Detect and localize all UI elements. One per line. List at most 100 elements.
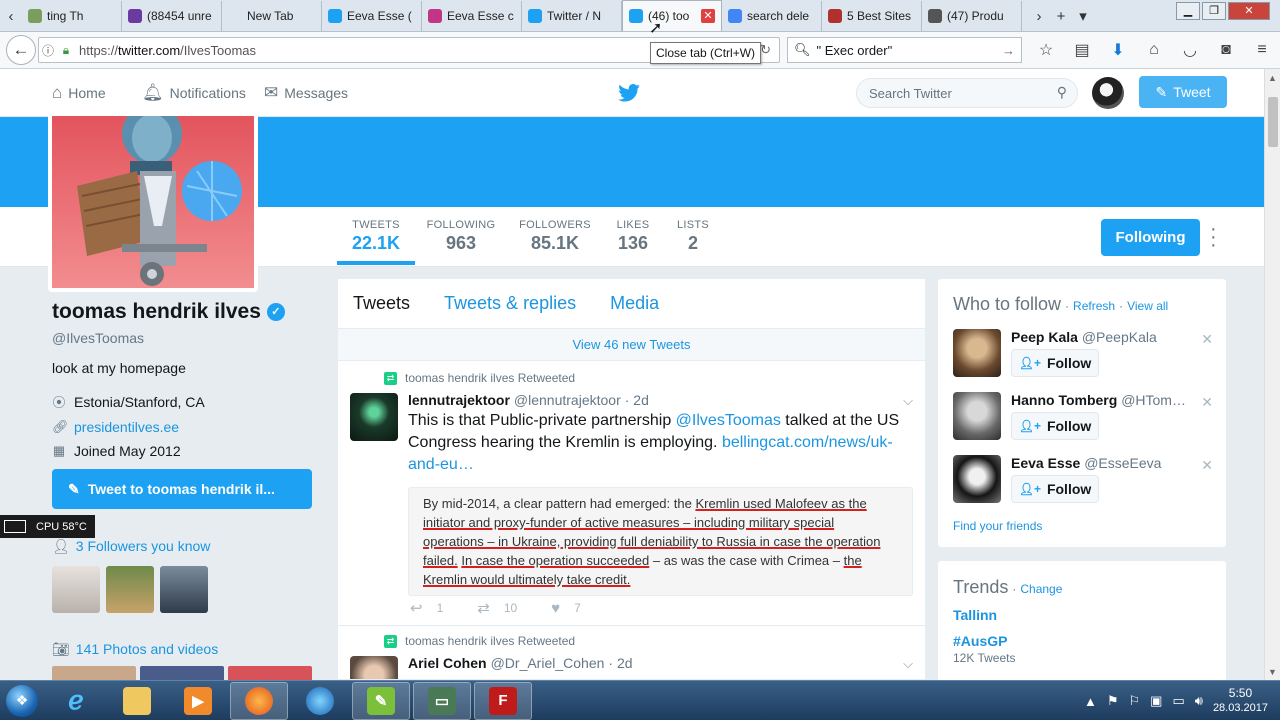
network-icon[interactable]: ⚑ [1107, 693, 1119, 709]
tweet-item[interactable]: ⇄ toomas hendrik ilves Retweeted Ariel C… [338, 626, 925, 679]
profile-picture[interactable] [48, 112, 258, 292]
reply-action[interactable]: ↩ 1 [410, 599, 443, 617]
trend-item[interactable]: #AusGP [953, 633, 1007, 649]
browser-tab[interactable]: ting Th [22, 1, 122, 31]
reload-icon[interactable]: ↻ [760, 42, 771, 58]
profile-name[interactable]: toomas hendrik ilves ✓ [52, 300, 314, 324]
browser-tab[interactable]: Eeva Esse ( [322, 1, 422, 31]
follow-button[interactable]: 👤︎+ Follow [1011, 349, 1099, 377]
suggestion-avatar[interactable] [953, 329, 1001, 377]
nav-notifications[interactable]: 🔔︎ Notifications [142, 83, 246, 103]
sync-icon[interactable]: ◙ [1210, 37, 1242, 63]
tweet-item[interactable]: ⇄ toomas hendrik ilves Retweeted lennutr… [338, 361, 925, 626]
back-button[interactable]: ← [6, 35, 36, 65]
maximize-button[interactable]: ❐ [1202, 2, 1226, 20]
bookmark-star-icon[interactable]: ☆ [1030, 37, 1062, 63]
system-clock[interactable]: 5:50 28.03.2017 [1213, 686, 1268, 716]
stat-likes[interactable]: LIKES 136 [608, 219, 658, 254]
close-tab-icon[interactable]: ✕ [701, 9, 715, 23]
taskbar-internet-explorer[interactable]: ℯ [47, 682, 105, 720]
chevron-down-icon[interactable]: ⌵ [903, 656, 913, 672]
taskbar-notepad[interactable]: ✎ [352, 681, 410, 720]
tab-scroll-right-button[interactable]: › [1028, 1, 1050, 31]
home-icon[interactable]: ⌂ [1138, 37, 1170, 63]
suggestion-name[interactable]: Peep Kala @PeepKala [1011, 329, 1191, 345]
device-icon[interactable]: ▣ [1150, 693, 1162, 709]
nav-home[interactable]: ⌂ Home [52, 83, 106, 103]
download-icon[interactable]: ⬇ [1102, 37, 1134, 63]
close-window-button[interactable]: ✕ [1228, 2, 1270, 20]
dismiss-icon[interactable]: ✕ [1201, 394, 1213, 411]
new-tab-button[interactable]: + [1050, 1, 1072, 31]
view-all-link[interactable]: View all [1127, 299, 1168, 313]
suggestion-avatar[interactable] [953, 455, 1001, 503]
stat-lists[interactable]: LISTS 2 [668, 219, 718, 254]
suggestion-name[interactable]: Hanno Tomberg @HTom… [1011, 392, 1191, 408]
follower-avatar[interactable] [52, 566, 100, 613]
find-friends-link[interactable]: Find your friends [953, 519, 1042, 533]
search-go-icon[interactable]: → [1002, 43, 1015, 58]
taskbar-file-explorer[interactable] [108, 682, 166, 720]
twitter-search-input[interactable]: Search Twitter ⚲ [856, 78, 1078, 108]
taskbar-media-player[interactable]: ▶ [169, 682, 227, 720]
tweet-author-name[interactable]: lennutrajektoor [408, 392, 510, 408]
browser-tab[interactable]: (46) too ✕ [622, 0, 722, 31]
follower-avatar[interactable] [106, 566, 154, 613]
menu-icon[interactable]: ≡ [1246, 37, 1278, 63]
browser-tab[interactable]: search dele [722, 1, 822, 31]
photos-and-videos-link[interactable]: 📷︎ 141 Photos and videos [52, 641, 218, 658]
dismiss-icon[interactable]: ✕ [1201, 331, 1213, 348]
scroll-thumb[interactable] [1268, 97, 1278, 147]
stat-following[interactable]: FOLLOWING 963 [422, 219, 500, 254]
profile-website-link[interactable]: presidentilves.ee [74, 419, 179, 435]
following-button[interactable]: Following [1101, 219, 1200, 256]
tray-expand-icon[interactable]: ▲ [1084, 694, 1097, 709]
nav-messages[interactable]: ✉ Messages [264, 83, 348, 103]
tweet-timestamp[interactable]: · 2d [625, 392, 649, 408]
follow-button[interactable]: 👤︎+ Follow [1011, 475, 1099, 503]
suggestion-name[interactable]: Eeva Esse @EsseEeva [1011, 455, 1191, 471]
refresh-link[interactable]: Refresh [1073, 299, 1115, 313]
tweet-quote-image[interactable]: By mid-2014, a clear pattern had emerged… [408, 487, 913, 596]
change-trends-link[interactable]: Change [1020, 582, 1062, 596]
list-all-tabs-button[interactable]: ▾ [1072, 1, 1094, 31]
browser-tab[interactable]: New Tab [222, 1, 322, 31]
like-action[interactable]: ♥ 7 [551, 599, 581, 617]
tweet-author-handle[interactable]: @Dr_Ariel_Cohen [491, 655, 605, 671]
tab-tweets-and-replies[interactable]: Tweets & replies [444, 293, 576, 314]
suggestion-avatar[interactable] [953, 392, 1001, 440]
trend-item[interactable]: Tallinn [953, 607, 997, 623]
follower-avatar[interactable] [160, 566, 208, 613]
followers-you-know[interactable]: 👤︎ 3 Followers you know [52, 538, 210, 555]
stat-followers[interactable]: FOLLOWERS 85.1K [512, 219, 598, 254]
tweet-mention-link[interactable]: @IlvesToomas [676, 412, 781, 429]
browser-tab[interactable]: Twitter / N [522, 1, 622, 31]
more-options-icon[interactable]: · · · [1210, 219, 1217, 255]
tab-scroll-left-button[interactable]: ‹ [0, 1, 22, 31]
browser-tab[interactable]: 5 Best Sites [822, 1, 922, 31]
start-button[interactable]: ❖ [0, 681, 44, 720]
tweet-timestamp[interactable]: · 2d [608, 655, 632, 671]
tab-media[interactable]: Media [610, 293, 659, 314]
tweet-author-name[interactable]: Ariel Cohen [408, 655, 487, 671]
dismiss-icon[interactable]: ✕ [1201, 457, 1213, 474]
pocket-icon[interactable]: ◡ [1174, 37, 1206, 63]
tweet-author-handle[interactable]: @lennutrajektoor [514, 392, 621, 408]
taskbar-firefox[interactable] [230, 681, 288, 720]
browser-tab[interactable]: (88454 unre [122, 1, 222, 31]
info-icon[interactable]: ⓘ [39, 42, 57, 59]
taskbar-filezilla[interactable]: F [474, 681, 532, 720]
volume-icon[interactable]: 🔊︎ [1195, 693, 1203, 709]
tweet-author-avatar[interactable] [350, 393, 398, 441]
tweet-author-avatar[interactable] [350, 656, 398, 679]
twitter-bird-icon[interactable] [618, 82, 640, 108]
taskbar-app-blue[interactable] [291, 682, 349, 720]
retweet-action[interactable]: ⇄ 10 [477, 599, 517, 617]
monitor-tray-icon[interactable]: ▭ [1172, 693, 1184, 709]
browser-tab[interactable]: (47) Produ [922, 1, 1022, 31]
account-avatar[interactable] [1092, 77, 1124, 109]
tweet-to-button[interactable]: ✎ Tweet to toomas hendrik il... [52, 469, 312, 509]
compose-tweet-button[interactable]: ✎ Tweet [1139, 76, 1227, 108]
browser-search-field[interactable]: 🔍︎ " Exec order" → [787, 37, 1022, 63]
minimize-button[interactable]: ▁ [1176, 2, 1200, 20]
